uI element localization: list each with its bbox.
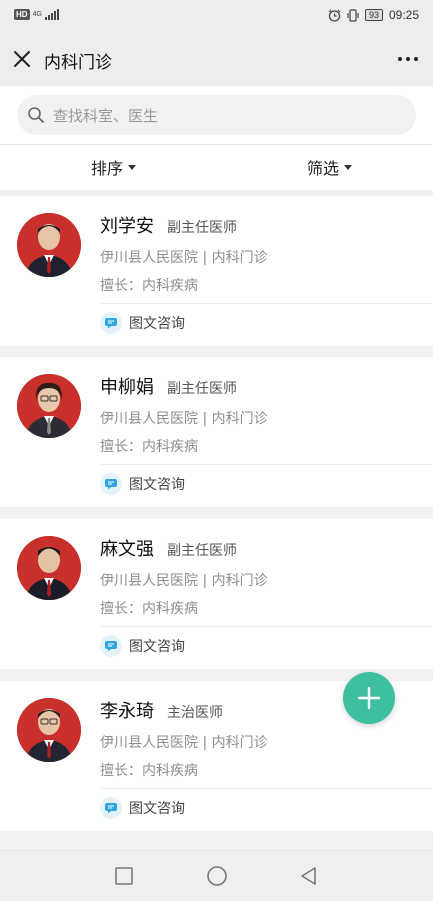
consult-label: 图文咨询	[129, 477, 185, 493]
doctor-card[interactable]: 申柳娟 副主任医师 伊川县人民医院 | 内科门诊 擅长：内科疾病 图文咨询	[0, 357, 433, 507]
battery-level: 93	[364, 9, 383, 21]
app-header: 内科门诊	[0, 32, 433, 86]
doctor-photo-icon	[17, 698, 81, 762]
hd-badge: HD	[14, 9, 30, 20]
doctor-photo-icon	[17, 213, 81, 277]
square-icon	[115, 867, 133, 885]
doctor-specialty: 擅长：内科疾病	[100, 278, 198, 294]
doctor-hospital: 伊川县人民医院 | 内科门诊	[100, 735, 268, 751]
doctor-avatar	[17, 374, 81, 438]
doctor-avatar	[17, 213, 81, 277]
consult-label: 图文咨询	[129, 316, 185, 332]
sort-dropdown[interactable]: 排序	[91, 155, 137, 179]
home-button[interactable]	[205, 864, 229, 888]
close-icon	[14, 51, 30, 67]
doctor-title: 副主任医师	[167, 543, 237, 559]
doctor-hospital: 伊川县人民医院 | 内科门诊	[100, 411, 268, 427]
chevron-down-icon	[128, 164, 137, 170]
search-icon	[28, 107, 44, 123]
doctor-name: 刘学安	[100, 216, 154, 237]
doctor-hospital: 伊川县人民医院 | 内科门诊	[100, 573, 268, 589]
doctor-photo-icon	[17, 374, 81, 438]
divider	[100, 626, 433, 627]
close-button[interactable]	[10, 45, 34, 73]
vibrate-icon	[347, 8, 359, 22]
back-button[interactable]	[297, 864, 321, 888]
consult-label: 图文咨询	[129, 639, 185, 655]
consult-button[interactable]: 图文咨询	[100, 797, 185, 819]
consult-button[interactable]: 图文咨询	[100, 312, 185, 334]
recent-apps-button[interactable]	[112, 864, 136, 888]
doctor-hospital: 伊川县人民医院 | 内科门诊	[100, 250, 268, 266]
doctor-name: 麻文强	[100, 539, 154, 560]
system-nav-bar	[0, 850, 433, 901]
search-placeholder: 查找科室、医生	[53, 107, 159, 125]
triangle-back-icon	[301, 867, 316, 885]
doctor-title: 主治医师	[167, 705, 223, 721]
doctor-specialty: 擅长：内科疾病	[100, 439, 198, 455]
status-bar: HD 4G 93 09:25	[0, 0, 433, 32]
doctor-avatar	[17, 698, 81, 762]
plus-icon	[357, 686, 381, 710]
doctor-title: 副主任医师	[167, 381, 237, 397]
circle-icon	[207, 866, 227, 886]
add-button[interactable]	[343, 672, 395, 724]
chat-icon	[100, 312, 122, 334]
more-button[interactable]	[395, 46, 421, 72]
doctor-photo-icon	[17, 536, 81, 600]
divider	[100, 464, 433, 465]
doctor-card[interactable]: 刘学安 副主任医师 伊川县人民医院 | 内科门诊 擅长：内科疾病 图文咨询	[0, 196, 433, 346]
filter-label: 筛选	[307, 159, 340, 178]
filter-dropdown[interactable]: 筛选	[307, 155, 353, 179]
status-time: 09:25	[388, 8, 419, 22]
chat-icon	[100, 635, 122, 657]
consult-label: 图文咨询	[129, 801, 185, 817]
consult-button[interactable]: 图文咨询	[100, 635, 185, 657]
filter-bar: 排序 筛选	[0, 144, 433, 190]
chevron-down-icon	[344, 164, 353, 170]
consult-button[interactable]: 图文咨询	[100, 473, 185, 495]
doctor-name: 李永琦	[100, 701, 154, 722]
search-input[interactable]: 查找科室、医生	[17, 95, 416, 135]
doctor-specialty: 擅长：内科疾病	[100, 763, 198, 779]
divider	[100, 303, 433, 304]
network-type: 4G	[32, 11, 42, 18]
doctor-card[interactable]: 麻文强 副主任医师 伊川县人民医院 | 内科门诊 擅长：内科疾病 图文咨询	[0, 519, 433, 669]
divider	[100, 788, 433, 789]
status-left: HD 4G	[14, 9, 59, 20]
doctor-avatar	[17, 536, 81, 600]
chat-icon	[100, 473, 122, 495]
search-section: 查找科室、医生	[0, 86, 433, 144]
more-dots-icon	[398, 57, 418, 61]
sort-label: 排序	[91, 159, 124, 178]
doctor-name: 申柳娟	[100, 377, 154, 398]
alarm-icon	[328, 9, 341, 22]
doctor-title: 副主任医师	[167, 220, 237, 236]
doctor-specialty: 擅长：内科疾病	[100, 601, 198, 617]
signal-icon	[44, 9, 59, 20]
chat-icon	[100, 797, 122, 819]
status-right: 93 09:25	[328, 8, 419, 22]
page-title: 内科门诊	[44, 53, 112, 73]
